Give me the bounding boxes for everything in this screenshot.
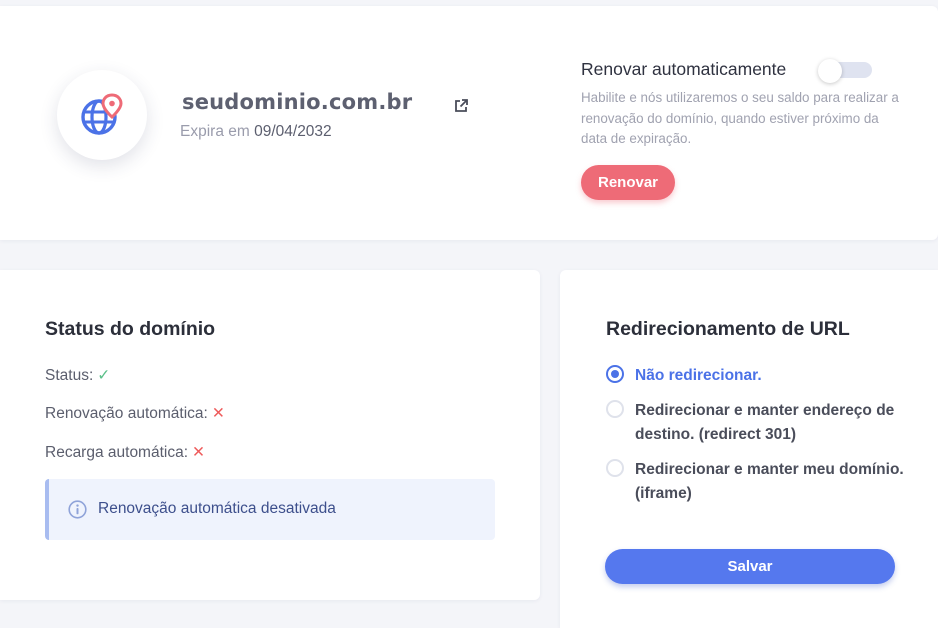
auto-renew-description: Habilite e nós utilizaremos o seu saldo …	[581, 90, 899, 146]
domain-logo	[57, 70, 147, 160]
expiration-info: Expira em 09/04/2032	[180, 123, 332, 141]
auto-recharge-status-label: Recarga automática:	[45, 444, 189, 461]
info-icon	[68, 500, 87, 519]
auto-renew-status-label: Renovação automática:	[45, 405, 208, 422]
auto-renew-title: Renovar automaticamente	[581, 59, 787, 79]
domain-header-card: seudominio.com.br Expira em 09/04/2032 R…	[0, 6, 938, 240]
cross-icon: ✕	[211, 405, 225, 422]
status-row-auto-renew: Renovação automática: ✕	[45, 404, 225, 423]
radio-button[interactable]	[606, 459, 624, 477]
url-redirect-card: Redirecionamento de URL Não redirecionar…	[560, 270, 938, 628]
external-link-icon[interactable]	[453, 98, 469, 114]
status-label: Status:	[45, 367, 94, 384]
cross-icon: ✕	[192, 444, 206, 461]
redirect-section-title: Redirecionamento de URL	[606, 318, 850, 340]
radio-redirect-301[interactable]: Redirecionar e manter endereço de destin…	[606, 399, 906, 447]
domain-name: seudominio.com.br	[182, 90, 413, 114]
info-message: Renovação automática desativada	[98, 500, 336, 517]
radio-redirect-iframe[interactable]: Redirecionar e manter meu domínio. (ifra…	[606, 458, 906, 506]
status-row-status: Status: ✓	[45, 366, 110, 385]
status-row-auto-recharge: Recarga automática: ✕	[45, 443, 205, 462]
globe-location-icon	[81, 93, 123, 135]
toggle-knob	[818, 59, 842, 83]
expiration-label: Expira em	[180, 123, 250, 140]
auto-renew-toggle[interactable]	[818, 59, 872, 83]
radio-label: Redirecionar e manter endereço de destin…	[635, 402, 895, 443]
renew-button[interactable]: Renovar	[581, 165, 675, 200]
radio-label: Redirecionar e manter meu domínio. (ifra…	[635, 461, 904, 502]
radio-label: Não redirecionar.	[635, 367, 762, 384]
info-alert: Renovação automática desativada	[45, 479, 495, 540]
expiration-date: 09/04/2032	[254, 123, 332, 140]
radio-button[interactable]	[606, 365, 624, 383]
status-section-title: Status do domínio	[45, 318, 216, 340]
save-button[interactable]: Salvar	[605, 549, 895, 584]
check-icon: ✓	[97, 367, 111, 384]
radio-no-redirect[interactable]: Não redirecionar.	[606, 364, 906, 388]
domain-status-card: Status do domínio Status: ✓ Renovação aut…	[0, 270, 540, 600]
radio-button[interactable]	[606, 400, 624, 418]
